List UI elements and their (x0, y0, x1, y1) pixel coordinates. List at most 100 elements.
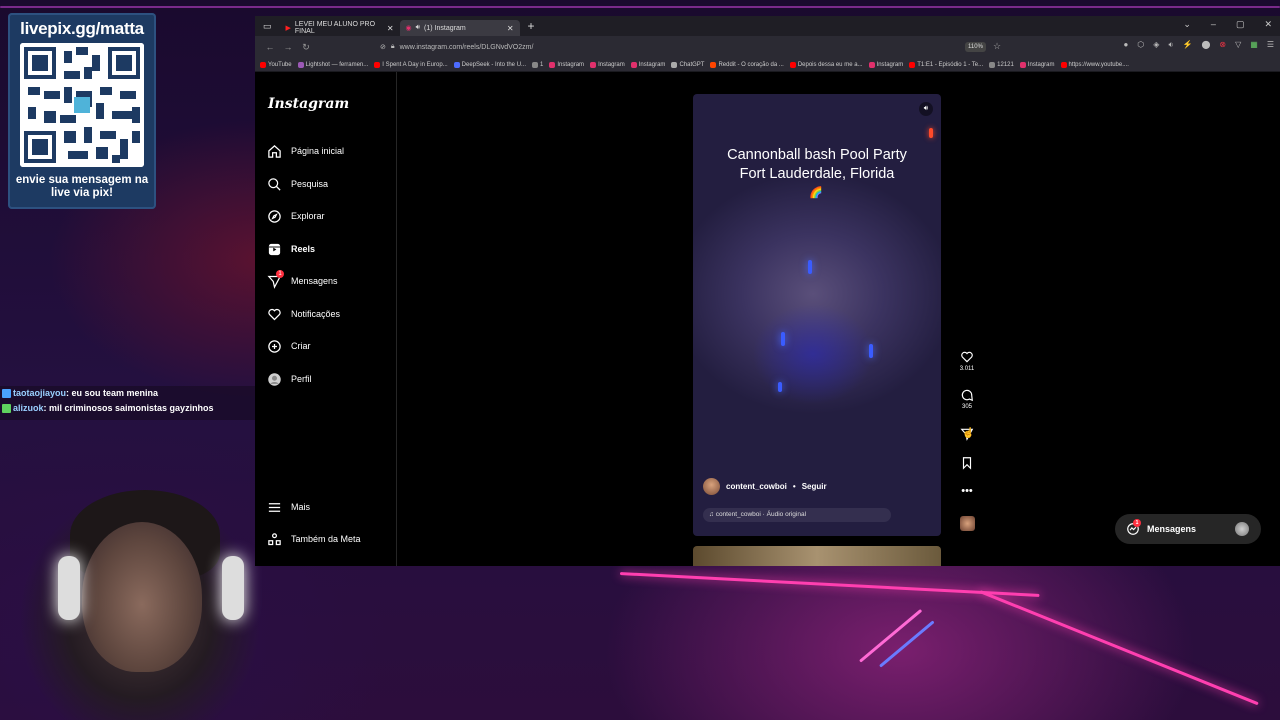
maximize-icon[interactable]: ▢ (1236, 19, 1245, 30)
bookmark-favicon-icon (868, 61, 875, 68)
livepix-qr-overlay: livepix.gg/matta envie sua mensagem na l… (8, 13, 156, 209)
bookmark-item[interactable]: DeepSeek - Into the U... (453, 61, 526, 68)
nav-reels[interactable]: Reels (267, 240, 315, 258)
bookmark-label: 12121 (997, 61, 1014, 68)
save-action[interactable] (955, 456, 979, 472)
plus-circle-icon (268, 339, 281, 353)
zoom-level[interactable]: 110% (965, 42, 986, 52)
bookmark-label: 1 (540, 61, 544, 68)
lock-icon[interactable]: 🔒︎ (391, 43, 395, 51)
nav-notifications[interactable]: Notificações (267, 305, 340, 323)
bookmark-label: ChatGPT (679, 61, 705, 68)
extension-icon[interactable]: ⬡ (1137, 40, 1144, 50)
qr-code-icon (20, 43, 144, 167)
audio-thumbnail[interactable] (955, 516, 979, 531)
audio-thumbnail-icon (959, 516, 975, 531)
nav-more[interactable]: Mais (267, 498, 310, 516)
bookmark-item[interactable]: Instagram (630, 61, 665, 68)
url-text: www.instagram.com/reels/DLGNvdVO2zm/ (399, 43, 534, 51)
like-action[interactable]: 3.011 (955, 350, 979, 372)
bookmark-favicon-icon (630, 61, 637, 68)
bookmark-favicon-icon (989, 61, 996, 68)
bookmark-item[interactable]: 12121 (989, 61, 1014, 68)
bookmark-star-icon[interactable]: ☆ (993, 41, 1001, 52)
bookmark-item[interactable]: Instagram (1019, 61, 1055, 68)
nav-create[interactable]: Criar (267, 337, 311, 355)
volume-icon[interactable]: 🔊︎ (919, 102, 933, 116)
window-controls: ⌄ – ▢ ✕ (1183, 19, 1272, 30)
extension-icon[interactable]: ● (1123, 40, 1128, 50)
close-tab-icon[interactable]: ✕ (507, 24, 514, 33)
close-window-icon[interactable]: ✕ (1264, 19, 1272, 30)
bookmark-item[interactable]: Reddit - O coração da ... (710, 61, 784, 68)
messages-float-label: Mensagens (1147, 524, 1197, 534)
close-tab-icon[interactable]: ✕ (387, 24, 394, 33)
reel-actions: 3.011 305 ••• (955, 72, 979, 566)
nav-home[interactable]: Página inicial (267, 142, 344, 160)
next-reel-preview[interactable] (693, 546, 941, 566)
comment-action[interactable]: 305 (955, 388, 979, 410)
author-avatar[interactable] (703, 478, 720, 495)
tab-list-icon[interactable]: ▭ (263, 21, 272, 32)
tab-dropdown-icon[interactable]: ⌄ (1183, 19, 1191, 30)
extension-icon[interactable]: ⬤ (1201, 40, 1210, 50)
glow-stick-shape (808, 260, 812, 274)
bookmark-favicon-icon (671, 61, 678, 68)
bookmark-favicon-icon (1060, 61, 1067, 68)
headphone-left-icon (58, 556, 80, 620)
chat-username: alizuok (13, 403, 44, 413)
audio-label: content_cowboi · Áudio original (715, 511, 807, 518)
audio-attribution[interactable]: ♫ content_cowboi · Áudio original (703, 508, 891, 522)
bookmark-item[interactable]: T1:E1 - Episódio 1 - Te... (909, 61, 983, 68)
bookmark-item[interactable]: Instagram (868, 61, 903, 68)
bookmark-item[interactable]: ChatGPT (671, 61, 705, 68)
messages-floating-button[interactable]: 1 Mensagens (1115, 514, 1261, 544)
bookmark-item[interactable]: YouTube (260, 61, 292, 68)
chat-text: : eu sou team menina (66, 388, 159, 398)
speaker-icon[interactable]: 🔊︎ (416, 24, 420, 32)
chat-message: alizuok: mil criminosos saimonistas gayz… (0, 401, 258, 416)
back-icon[interactable]: ← (261, 42, 279, 52)
tracking-shield-icon[interactable]: ⊘ (380, 43, 386, 51)
extension-icon[interactable]: ◈ (1153, 40, 1159, 50)
bookmark-item[interactable]: https://www.youtube.... (1060, 61, 1129, 68)
bookmark-item[interactable]: 1 (532, 61, 544, 68)
tab-instagram[interactable]: ◉ 🔊︎ (1) Instagram ✕ (399, 20, 520, 36)
bookmark-label: Depois dessa eu me a... (797, 61, 863, 68)
bookmark-icon (962, 457, 972, 470)
nav-profile[interactable]: Perfil (267, 370, 312, 388)
extension-icon[interactable]: ⚡ (1182, 40, 1192, 50)
reload-icon[interactable]: ↻ (297, 42, 315, 53)
instagram-logo[interactable]: Instagram (268, 96, 349, 112)
forward-icon[interactable]: → (279, 42, 297, 52)
reel-video[interactable]: 🔊︎ Cannonball bash Pool Party Fort Laude… (693, 94, 941, 536)
bookmark-item[interactable]: Lightshot — ferramen... (297, 61, 368, 68)
nav-messages[interactable]: 1 Mensagens (267, 270, 338, 290)
bookmark-item[interactable]: Instagram (590, 61, 625, 68)
nav-explore[interactable]: Explorar (267, 207, 325, 225)
more-options-action[interactable]: ••• (955, 486, 979, 497)
nav-meta[interactable]: Também da Meta (267, 530, 361, 548)
extension-icon[interactable]: ▦ (1250, 40, 1258, 50)
extension-icon[interactable]: ▽ (1235, 40, 1241, 50)
author-username[interactable]: content_cowboi (726, 482, 787, 491)
stream-chat: taotaojiayou: eu sou team menina alizuok… (0, 386, 258, 420)
background-streak (0, 6, 1280, 8)
bookmarks-bar: YouTube Lightshot — ferramen... I Spent A … (255, 58, 1280, 72)
menu-icon[interactable]: ☰ (1267, 40, 1274, 50)
url-bar[interactable]: ⊘ 🔒︎ www.instagram.com/reels/DLGNvdVO2zm… (380, 39, 1000, 55)
glow-stick-shape (778, 382, 782, 392)
extension-icon[interactable]: 🔉︎ (1168, 40, 1173, 50)
nav-search[interactable]: Pesquisa (267, 175, 328, 193)
minimize-icon[interactable]: – (1211, 19, 1216, 30)
search-icon (268, 177, 281, 191)
bookmark-item[interactable]: Instagram (549, 61, 584, 68)
nav-profile-label: Perfil (291, 374, 312, 384)
bookmark-item[interactable]: Depois dessa eu me a... (789, 61, 863, 68)
extension-icon[interactable]: ⊗ (1219, 40, 1226, 50)
tab-youtube[interactable]: ▶ LEVEI MEU ALUNO PRO FINAL ✕ (280, 20, 400, 36)
follow-button[interactable]: Seguir (802, 482, 827, 491)
bookmark-item[interactable]: I Spent A Day in Europ... (374, 61, 448, 68)
new-tab-icon[interactable]: + (528, 19, 535, 33)
extensions-toolbar: ● ⬡ ◈ 🔉︎ ⚡ ⬤ ⊗ ▽ ▦ ☰ (1123, 40, 1274, 50)
